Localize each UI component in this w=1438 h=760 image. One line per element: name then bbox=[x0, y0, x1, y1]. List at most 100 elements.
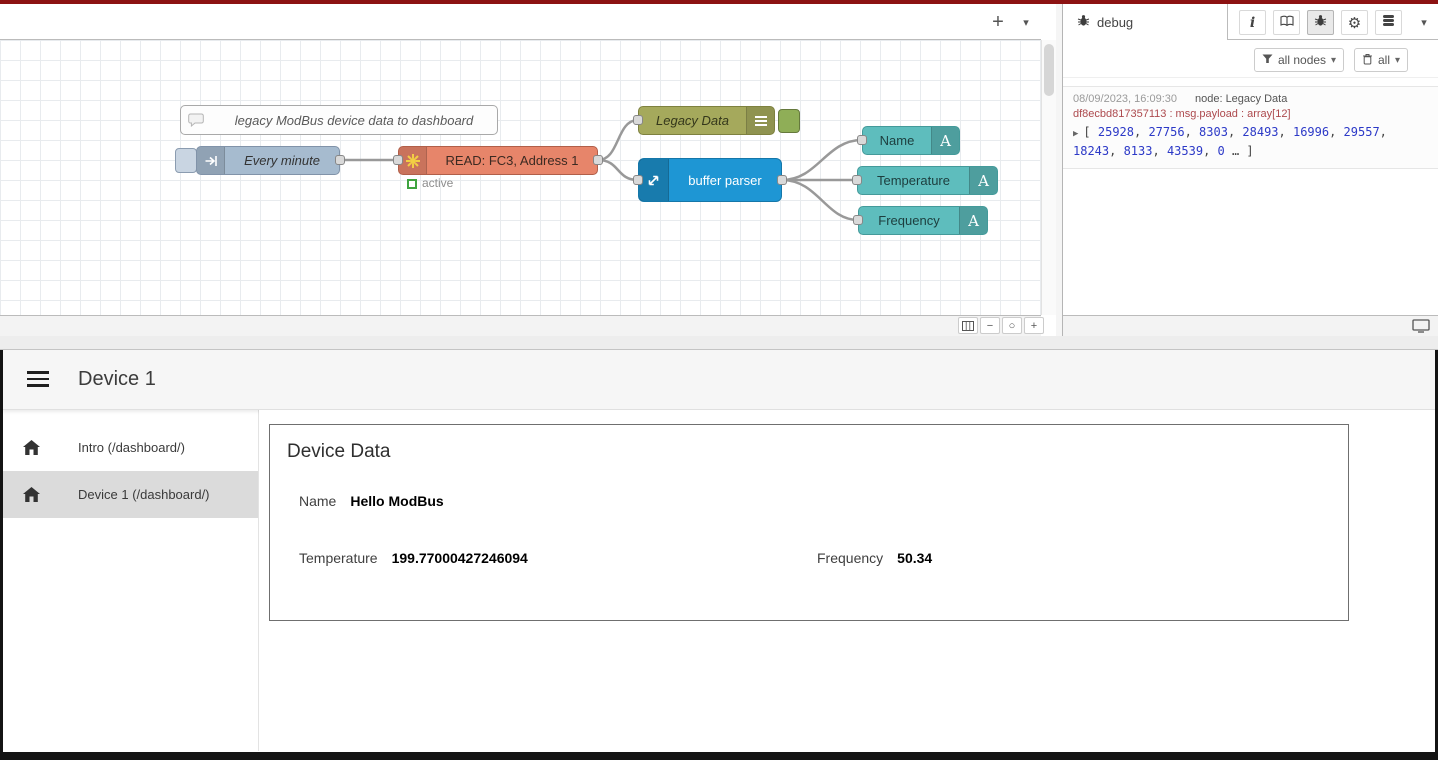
text-widget-icon: A bbox=[959, 207, 987, 234]
gear-icon: ⚙ bbox=[1348, 14, 1361, 32]
window-divider bbox=[0, 336, 1438, 350]
zoom-reset-button[interactable]: ○ bbox=[1002, 317, 1022, 334]
dashboard-nav: Intro (/dashboard/) Device 1 (/dashboard… bbox=[3, 410, 259, 751]
debug-payload-array: [ 25928, 27756, 8303, 28493, 16996, 2955… bbox=[1073, 125, 1387, 158]
caret-down-icon: ▾ bbox=[1331, 55, 1336, 66]
field-frequency-label: Frequency bbox=[817, 550, 883, 566]
sidebar-resize-gutter[interactable] bbox=[1056, 4, 1063, 336]
navigator-button[interactable] bbox=[958, 317, 978, 334]
nav-item-label: Intro (/dashboard/) bbox=[78, 440, 185, 455]
add-flow-button[interactable]: + bbox=[984, 9, 1012, 35]
sidebar-tab-bar: debug i ⚙ ▾ bbox=[1063, 4, 1438, 40]
dashboard-window: Device 1 Intro (/dashboard/) Device 1 (/… bbox=[0, 350, 1438, 760]
help-tab-button[interactable] bbox=[1273, 10, 1300, 35]
port-in-temperature[interactable] bbox=[852, 175, 862, 185]
debug-timestamp: 08/09/2023, 16:09:30 bbox=[1073, 93, 1177, 105]
modbus-read-node[interactable]: READ: FC3, Address 1 bbox=[398, 146, 598, 175]
device-data-card: Device Data Name Hello ModBus Temperatur… bbox=[269, 424, 1349, 621]
inject-node[interactable]: Every minute bbox=[196, 146, 340, 175]
zoom-out-button[interactable]: − bbox=[980, 317, 1000, 334]
debug-sidebar: debug i ⚙ ▾ bbox=[1063, 4, 1438, 336]
home-icon bbox=[22, 486, 41, 503]
ui-text-name-node[interactable]: Name A bbox=[862, 126, 960, 155]
home-icon bbox=[22, 439, 41, 456]
filter-nodes-label: all nodes bbox=[1278, 53, 1326, 67]
debug-message-path: df8ecbd817357113 : msg.payload : array[1… bbox=[1073, 108, 1428, 120]
debug-list-icon bbox=[746, 107, 774, 134]
config-tab-button[interactable]: ⚙ bbox=[1341, 10, 1368, 35]
debug-tab-button[interactable] bbox=[1307, 10, 1334, 35]
dashboard-title: Device 1 bbox=[78, 368, 156, 391]
ui-text-frequency-node[interactable]: Frequency A bbox=[858, 206, 988, 235]
card-title: Device Data bbox=[287, 441, 391, 463]
port-in-name[interactable] bbox=[857, 135, 867, 145]
debug-message[interactable]: 08/09/2023, 16:09:30 node: Legacy Data d… bbox=[1063, 86, 1438, 169]
sidebar-footer bbox=[1063, 315, 1438, 336]
workspace-footer: − ○ + bbox=[0, 315, 1041, 336]
nav-item-intro[interactable]: Intro (/dashboard/) bbox=[3, 424, 258, 471]
flow-list-caret-icon[interactable]: ▾ bbox=[1014, 9, 1038, 35]
field-name-value: Hello ModBus bbox=[350, 493, 443, 509]
info-icon: i bbox=[1250, 15, 1255, 31]
caret-down-icon: ▾ bbox=[1395, 55, 1400, 66]
debug-enable-toggle[interactable] bbox=[778, 109, 800, 133]
field-temperature-value: 199.77000427246094 bbox=[392, 550, 528, 566]
buffer-parser-node[interactable]: buffer parser bbox=[638, 158, 782, 202]
modbus-read-label: READ: FC3, Address 1 bbox=[427, 153, 597, 168]
flow-tab-bar: + ▾ bbox=[0, 4, 1041, 40]
port-out-modbus[interactable] bbox=[593, 155, 603, 165]
expand-array-caret-icon[interactable]: ▶ bbox=[1073, 129, 1078, 139]
text-widget-icon: A bbox=[931, 127, 959, 154]
inject-label: Every minute bbox=[225, 153, 339, 168]
info-tab-button[interactable]: i bbox=[1239, 10, 1266, 35]
node-status-ring bbox=[407, 179, 417, 189]
port-in-frequency[interactable] bbox=[853, 215, 863, 225]
canvas-scrollbar[interactable] bbox=[1041, 40, 1056, 315]
nav-item-label: Device 1 (/dashboard/) bbox=[78, 487, 210, 502]
inject-trigger-button[interactable] bbox=[175, 148, 197, 173]
ui-text-temperature-node[interactable]: Temperature A bbox=[857, 166, 998, 195]
book-icon bbox=[1280, 14, 1294, 32]
debug-message-meta: 08/09/2023, 16:09:30 node: Legacy Data bbox=[1073, 93, 1428, 105]
funnel-icon bbox=[1262, 53, 1273, 67]
ui-text-name-label: Name bbox=[863, 133, 931, 148]
debug-node[interactable]: Legacy Data bbox=[638, 106, 775, 135]
field-name-label: Name bbox=[299, 493, 336, 509]
dashboard-main: Device Data Name Hello ModBus Temperatur… bbox=[259, 410, 1435, 751]
text-widget-icon: A bbox=[969, 167, 997, 194]
modbus-gear-icon bbox=[399, 147, 427, 174]
nav-item-device-1[interactable]: Device 1 (/dashboard/) bbox=[3, 471, 258, 518]
port-in-debug[interactable] bbox=[633, 115, 643, 125]
menu-icon[interactable] bbox=[27, 371, 49, 391]
tab-debug-label: debug bbox=[1097, 15, 1133, 30]
dashboard-header: Device 1 bbox=[3, 350, 1435, 410]
clear-messages-button[interactable]: all ▾ bbox=[1354, 48, 1408, 72]
buffer-parser-icon bbox=[639, 159, 669, 201]
scrollbar-thumb[interactable] bbox=[1044, 44, 1054, 96]
debug-node-label: Legacy Data bbox=[639, 113, 746, 128]
context-tab-button[interactable] bbox=[1375, 10, 1402, 35]
node-status-text: active bbox=[422, 176, 453, 190]
debug-filter-bar: all nodes ▾ all ▾ bbox=[1063, 40, 1438, 78]
debug-source-node[interactable]: node: Legacy Data bbox=[1195, 93, 1287, 105]
ui-text-frequency-label: Frequency bbox=[859, 213, 959, 228]
comment-label: legacy ModBus device data to dashboard bbox=[211, 113, 497, 128]
sidebar-menu-caret-icon[interactable]: ▾ bbox=[1412, 10, 1436, 35]
field-frequency-value: 50.34 bbox=[897, 550, 932, 566]
trash-icon bbox=[1362, 53, 1373, 68]
database-icon bbox=[1382, 14, 1395, 32]
filter-nodes-button[interactable]: all nodes ▾ bbox=[1254, 48, 1344, 72]
screen: + ▾ legacy ModBus device data to dashboa… bbox=[0, 0, 1438, 760]
ui-text-temperature-label: Temperature bbox=[858, 173, 969, 188]
port-out-buffer[interactable] bbox=[777, 175, 787, 185]
debug-payload: ▶[ 25928, 27756, 8303, 28493, 16996, 295… bbox=[1073, 124, 1428, 160]
port-out-inject[interactable] bbox=[335, 155, 345, 165]
clear-label: all bbox=[1378, 53, 1390, 67]
port-in-buffer[interactable] bbox=[633, 175, 643, 185]
comment-node[interactable]: legacy ModBus device data to dashboard bbox=[180, 105, 498, 135]
zoom-in-button[interactable]: + bbox=[1024, 317, 1044, 334]
buffer-parser-label: buffer parser bbox=[669, 173, 781, 188]
tab-debug[interactable]: debug bbox=[1063, 4, 1228, 40]
comment-icon bbox=[181, 113, 211, 127]
port-in-modbus[interactable] bbox=[393, 155, 403, 165]
